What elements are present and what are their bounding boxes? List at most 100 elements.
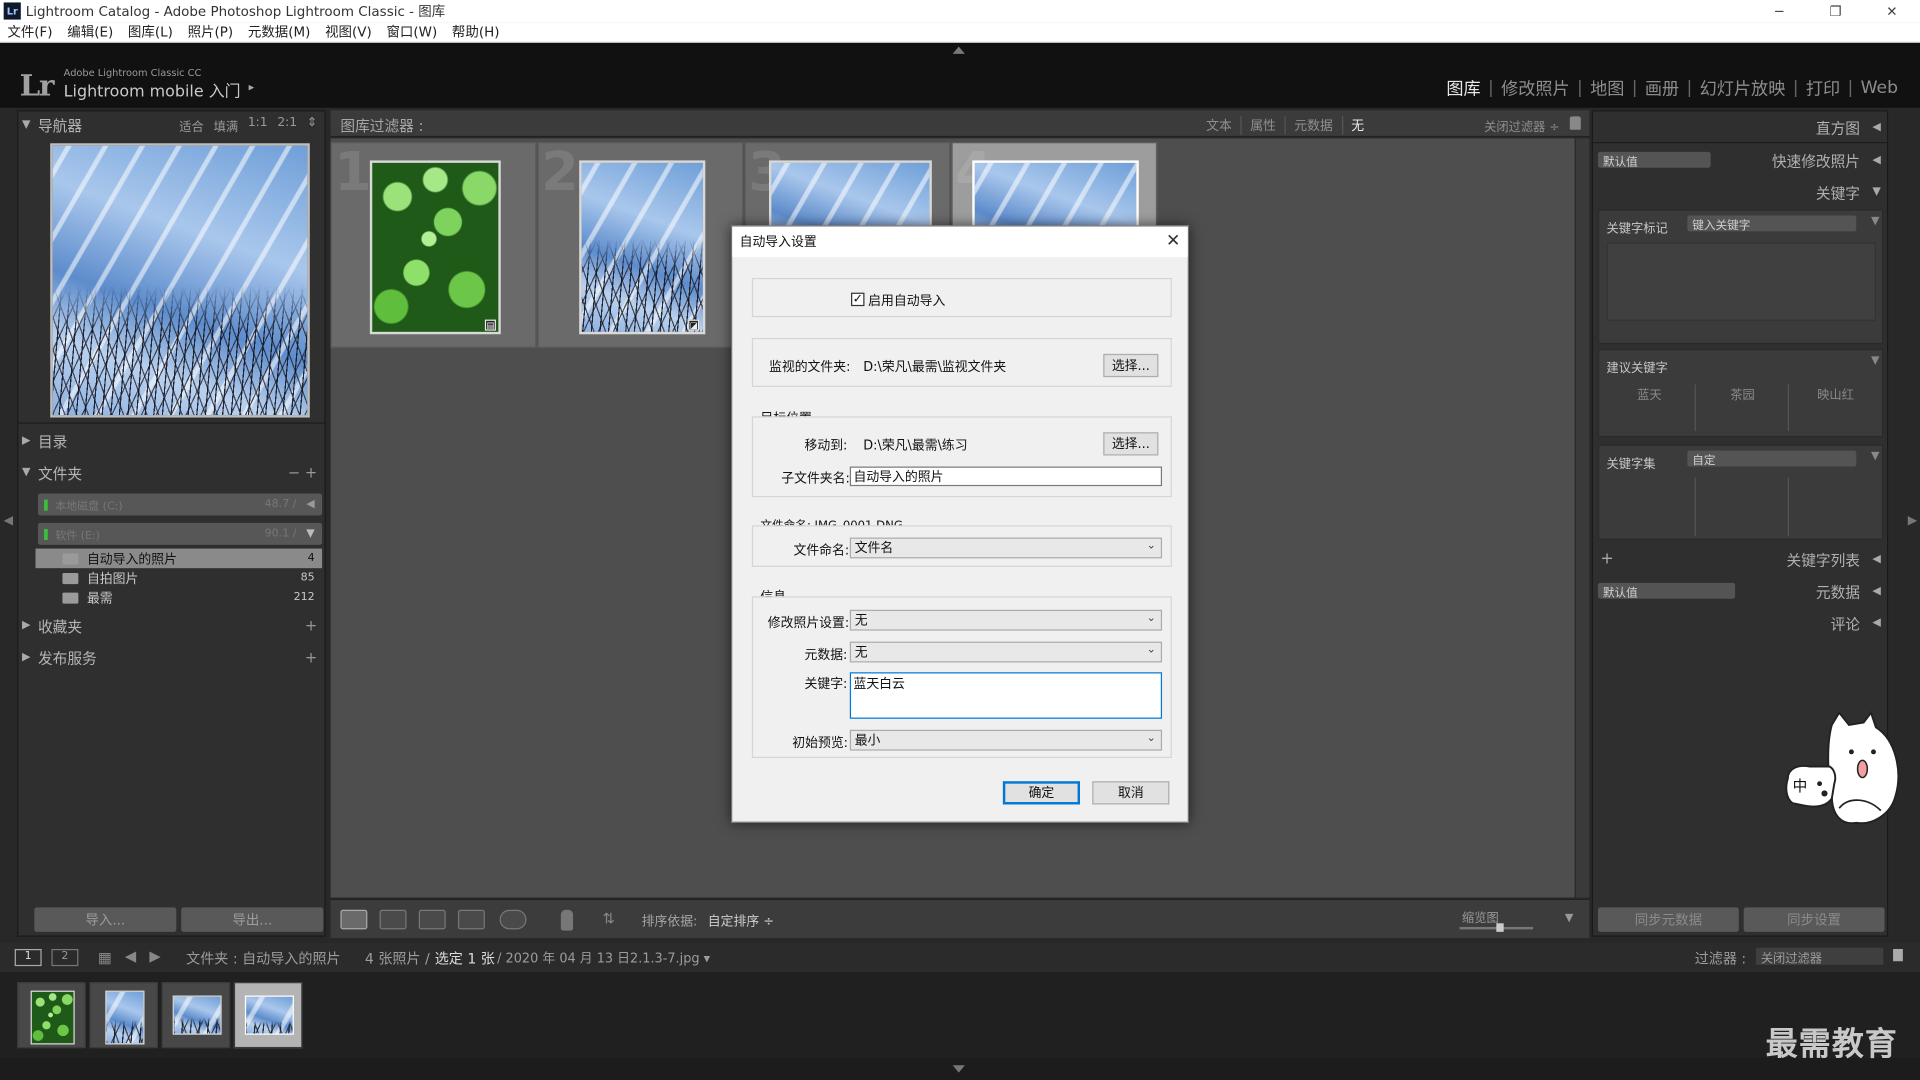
zoom-fit[interactable]: 适合 — [179, 116, 203, 134]
publish-header[interactable]: ▶ 发布服务 + — [18, 644, 324, 671]
filter-attribute-tab[interactable]: 属性 — [1242, 116, 1286, 135]
menu-window[interactable]: 窗口(W) — [386, 22, 437, 42]
keyword-set-select[interactable]: 自定 — [1687, 450, 1857, 467]
sync-settings-button[interactable]: 同步设置 — [1743, 907, 1885, 932]
source-path[interactable]: 文件夹 : 自动导入的照片 — [186, 949, 341, 969]
menu-file[interactable]: 文件(F) — [7, 22, 52, 42]
keyword-tags-select[interactable]: 键入关键字 — [1687, 215, 1857, 232]
metadata-header[interactable]: 元数据 ◀ — [1593, 578, 1887, 605]
filter-lock-icon[interactable] — [1893, 948, 1903, 962]
file-naming-select[interactable]: 文件名 ⌄ — [849, 537, 1163, 559]
grid-cell[interactable]: 2 ◪ — [537, 141, 744, 348]
sort-select[interactable]: 自定排序 ÷ — [708, 912, 774, 930]
add-collection-icon[interactable]: + — [305, 617, 317, 634]
mobile-getting-started[interactable]: Lightroom mobile 入门 — [64, 78, 241, 101]
close-window-button[interactable]: ✕ — [1864, 0, 1920, 22]
menu-edit[interactable]: 编辑(E) — [67, 22, 113, 42]
filmstrip-item[interactable] — [17, 982, 86, 1049]
suggested-keyword[interactable]: 映山红 — [1790, 384, 1881, 402]
comments-header[interactable]: 评论 ◀ — [1593, 610, 1887, 637]
filter-select[interactable]: 关闭过滤器 — [1755, 947, 1884, 966]
filter-preset-select[interactable]: 关闭过滤器 ÷ — [1484, 116, 1559, 134]
slider-thumb[interactable] — [1496, 923, 1504, 932]
compare-view-icon[interactable] — [418, 909, 446, 930]
import-button[interactable]: 导入... — [34, 907, 177, 932]
navigator-header[interactable]: ▼ 导航器 适合 填满 1:1 2:1 ⇕ — [18, 111, 324, 138]
keyword-text-area[interactable] — [1606, 242, 1876, 321]
right-panel-toggle-icon[interactable]: ▶ — [1908, 514, 1917, 527]
filter-text-tab[interactable]: 文本 — [1198, 116, 1242, 135]
module-print[interactable]: 打印 — [1798, 76, 1847, 100]
keywords-input[interactable]: 蓝天白云 — [849, 672, 1163, 719]
left-panel-toggle-icon[interactable]: ◀ — [4, 514, 13, 527]
histogram-header[interactable]: 直方图 ◀ — [1593, 114, 1887, 141]
menu-help[interactable]: 帮助(H) — [452, 22, 500, 42]
people-view-icon[interactable] — [499, 909, 527, 930]
cancel-button[interactable]: 取消 — [1092, 781, 1170, 805]
menu-view[interactable]: 视图(V) — [325, 22, 372, 42]
initial-preview-select[interactable]: 最小 ⌄ — [849, 729, 1163, 751]
window-1-button[interactable]: 1 — [14, 948, 42, 967]
loupe-view-icon[interactable] — [379, 909, 407, 930]
module-book[interactable]: 画册 — [1638, 76, 1687, 100]
folder-add-remove[interactable]: − + — [288, 464, 317, 481]
choose-destination-button[interactable]: 选择... — [1103, 432, 1159, 456]
thumbnail[interactable] — [369, 160, 501, 335]
zoom-fill[interactable]: 填满 — [214, 116, 238, 134]
choose-watch-folder-button[interactable]: 选择... — [1103, 353, 1159, 378]
module-slideshow[interactable]: 幻灯片放映 — [1692, 76, 1792, 100]
keyword-list-header[interactable]: + 关键字列表 ◀ — [1593, 546, 1887, 573]
grid-scrollbar[interactable] — [1574, 138, 1590, 898]
menu-library[interactable]: 图库(L) — [128, 22, 173, 42]
play-arrow-icon[interactable]: ▸ — [249, 82, 255, 94]
minimize-button[interactable]: ─ — [1751, 0, 1807, 22]
module-map[interactable]: 地图 — [1583, 76, 1632, 100]
toolbar-menu-icon[interactable]: ▼ — [1565, 912, 1573, 924]
folders-header[interactable]: ▼ 文件夹 − + — [18, 459, 324, 486]
spray-can-icon[interactable] — [560, 909, 574, 931]
enable-auto-import-checkbox[interactable]: ✓ — [851, 292, 865, 307]
develop-settings-select[interactable]: 无 ⌄ — [849, 609, 1163, 631]
quick-develop-header[interactable]: 快速修改照片 ◀ — [1593, 147, 1887, 174]
grid-view-icon[interactable] — [340, 909, 368, 930]
folder-auto-import[interactable]: ▷ 自动导入的照片 4 — [35, 548, 323, 569]
folder-selfie[interactable]: 自拍图片 85 — [36, 568, 323, 588]
sort-direction-icon[interactable]: ⇅ — [602, 910, 614, 927]
suggested-keyword[interactable]: 蓝天 — [1604, 384, 1695, 402]
collapse-top-icon[interactable] — [952, 46, 965, 54]
collections-header[interactable]: ▶ 收藏夹 + — [18, 612, 324, 639]
add-publish-icon[interactable]: + — [305, 649, 317, 666]
export-button[interactable]: 导出... — [181, 907, 324, 932]
suggested-keyword[interactable]: 茶园 — [1697, 384, 1788, 402]
filter-none-tab[interactable]: 无 — [1343, 116, 1373, 134]
filmstrip-item-selected[interactable] — [233, 982, 303, 1049]
forward-icon[interactable]: ▶ — [149, 948, 160, 965]
ok-button[interactable]: 确定 — [1002, 781, 1081, 805]
back-icon[interactable]: ◀ — [125, 948, 136, 965]
grid-icon[interactable]: ▦ — [98, 949, 112, 966]
filmstrip-item[interactable] — [89, 982, 158, 1049]
close-icon[interactable]: ✕ — [1166, 231, 1180, 251]
selected-file[interactable]: / 2020 年 04 月 13 日2.1.3-7.jpg ▾ — [497, 949, 710, 967]
thumbnail[interactable] — [579, 160, 706, 335]
folder-zuixu[interactable]: 最需 212 — [36, 588, 323, 608]
zoom-2-1[interactable]: 2:1 — [277, 116, 297, 134]
lock-icon[interactable] — [1569, 116, 1581, 130]
menu-metadata[interactable]: 元数据(M) — [248, 22, 311, 42]
filter-metadata-tab[interactable]: 元数据 — [1286, 116, 1343, 135]
keywording-header[interactable]: 关键字 ▼ — [1593, 179, 1887, 206]
survey-view-icon[interactable] — [457, 909, 485, 930]
metadata-select[interactable]: 无 ⌄ — [849, 641, 1163, 663]
restore-button[interactable]: ❐ — [1807, 0, 1863, 22]
navigator-preview[interactable] — [50, 143, 310, 418]
catalog-header[interactable]: ▶ 目录 — [18, 427, 324, 454]
filmstrip-item[interactable] — [161, 982, 231, 1049]
zoom-1-1[interactable]: 1:1 — [248, 116, 268, 134]
grid-cell[interactable]: 1 ▤ — [330, 141, 537, 348]
module-develop[interactable]: 修改照片 — [1494, 76, 1577, 100]
sync-metadata-button[interactable]: 同步元数据 — [1597, 907, 1739, 932]
subfolder-input[interactable]: 自动导入的照片 — [849, 466, 1163, 487]
volume-c[interactable]: 本地磁盘 (C:) 48.7 / ◀ — [37, 493, 323, 516]
collapse-bottom-icon[interactable] — [952, 1065, 965, 1073]
add-keyword-icon[interactable]: + — [1600, 550, 1613, 568]
